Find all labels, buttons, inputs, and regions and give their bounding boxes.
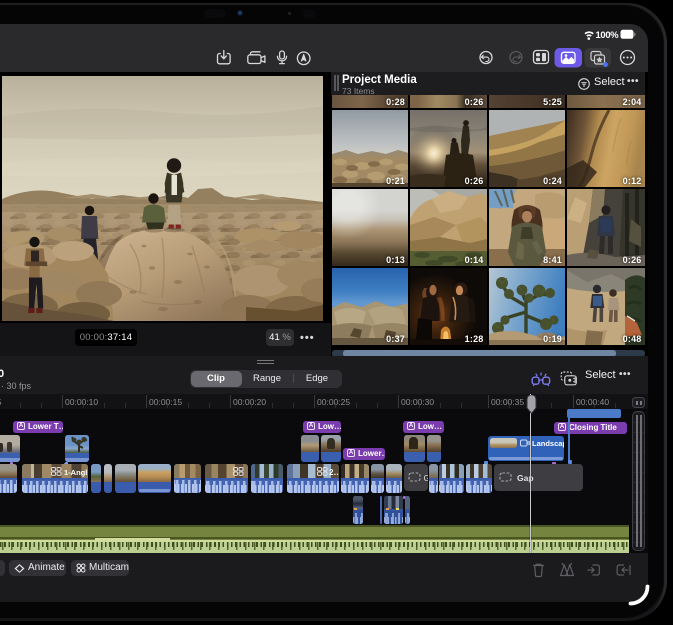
svg-text:100%: 100% bbox=[596, 29, 620, 40]
